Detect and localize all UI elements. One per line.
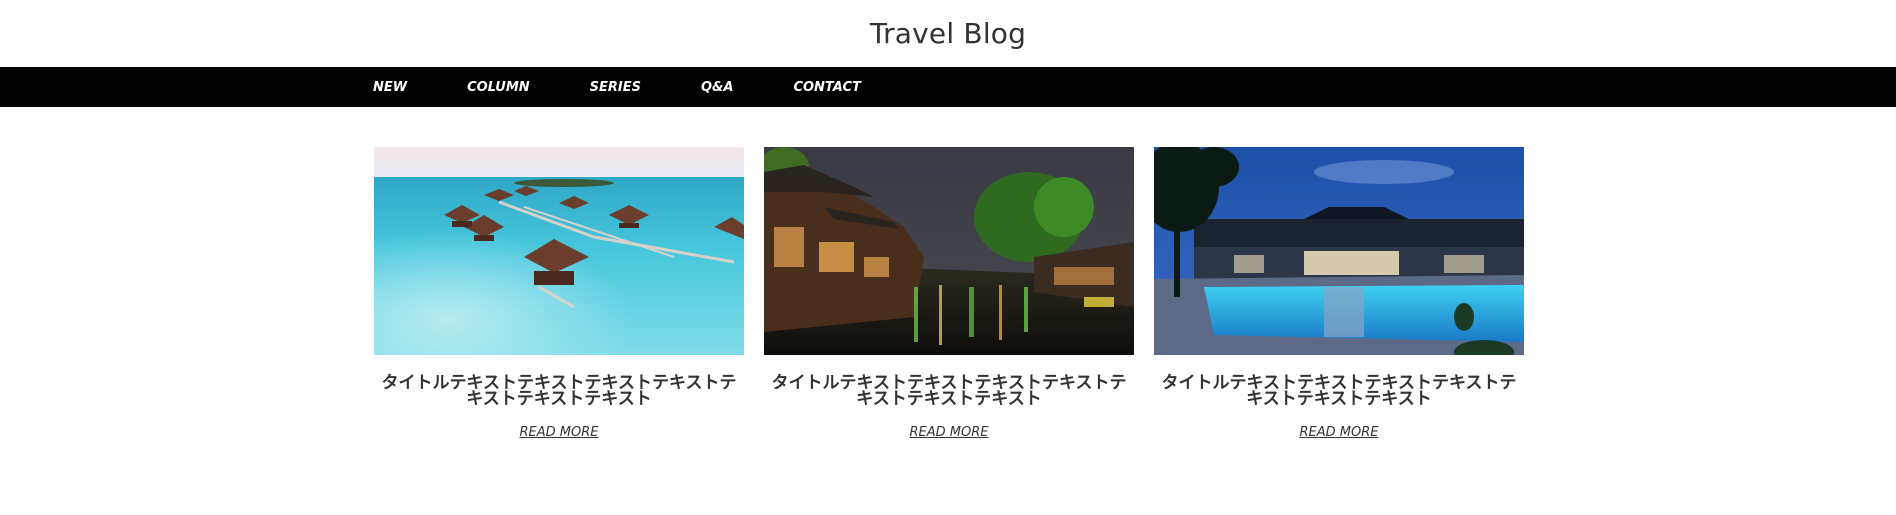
main-nav: NEW COLUMN SERIES Q&A CONTACT <box>0 67 1896 107</box>
article-card: タイトルテキストテキストテキストテキストテキストテキストテキスト READ MO… <box>764 147 1134 440</box>
article-title[interactable]: タイトルテキストテキストテキストテキストテキストテキストテキスト <box>1154 375 1524 408</box>
nav-item-series[interactable]: SERIES <box>590 80 641 95</box>
nav-item-new[interactable]: NEW <box>373 80 407 95</box>
site-title[interactable]: Travel Blog <box>870 17 1026 50</box>
site-header: Travel Blog <box>0 0 1896 67</box>
read-more-link[interactable]: READ MORE <box>1300 425 1379 440</box>
read-more-link[interactable]: READ MORE <box>910 425 989 440</box>
article-card: タイトルテキストテキストテキストテキストテキストテキストテキスト READ MO… <box>1154 147 1524 440</box>
nav-item-contact[interactable]: CONTACT <box>793 80 860 95</box>
article-list: タイトルテキストテキストテキストテキストテキストテキストテキスト READ MO… <box>374 147 1524 440</box>
article-title[interactable]: タイトルテキストテキストテキストテキストテキストテキストテキスト <box>374 375 744 408</box>
nav-item-column[interactable]: COLUMN <box>467 80 530 95</box>
resort-pool-at-dusk-photo[interactable] <box>1154 147 1524 355</box>
read-more-link[interactable]: READ MORE <box>520 425 599 440</box>
nav-item-qa[interactable]: Q&A <box>701 80 733 95</box>
maldives-overwater-villas-photo[interactable] <box>374 147 744 355</box>
article-title[interactable]: タイトルテキストテキストテキストテキストテキストテキストテキスト <box>764 375 1134 408</box>
article-card: タイトルテキストテキストテキストテキストテキストテキストテキスト READ MO… <box>374 147 744 440</box>
night-water-town-canal-photo[interactable] <box>764 147 1134 355</box>
